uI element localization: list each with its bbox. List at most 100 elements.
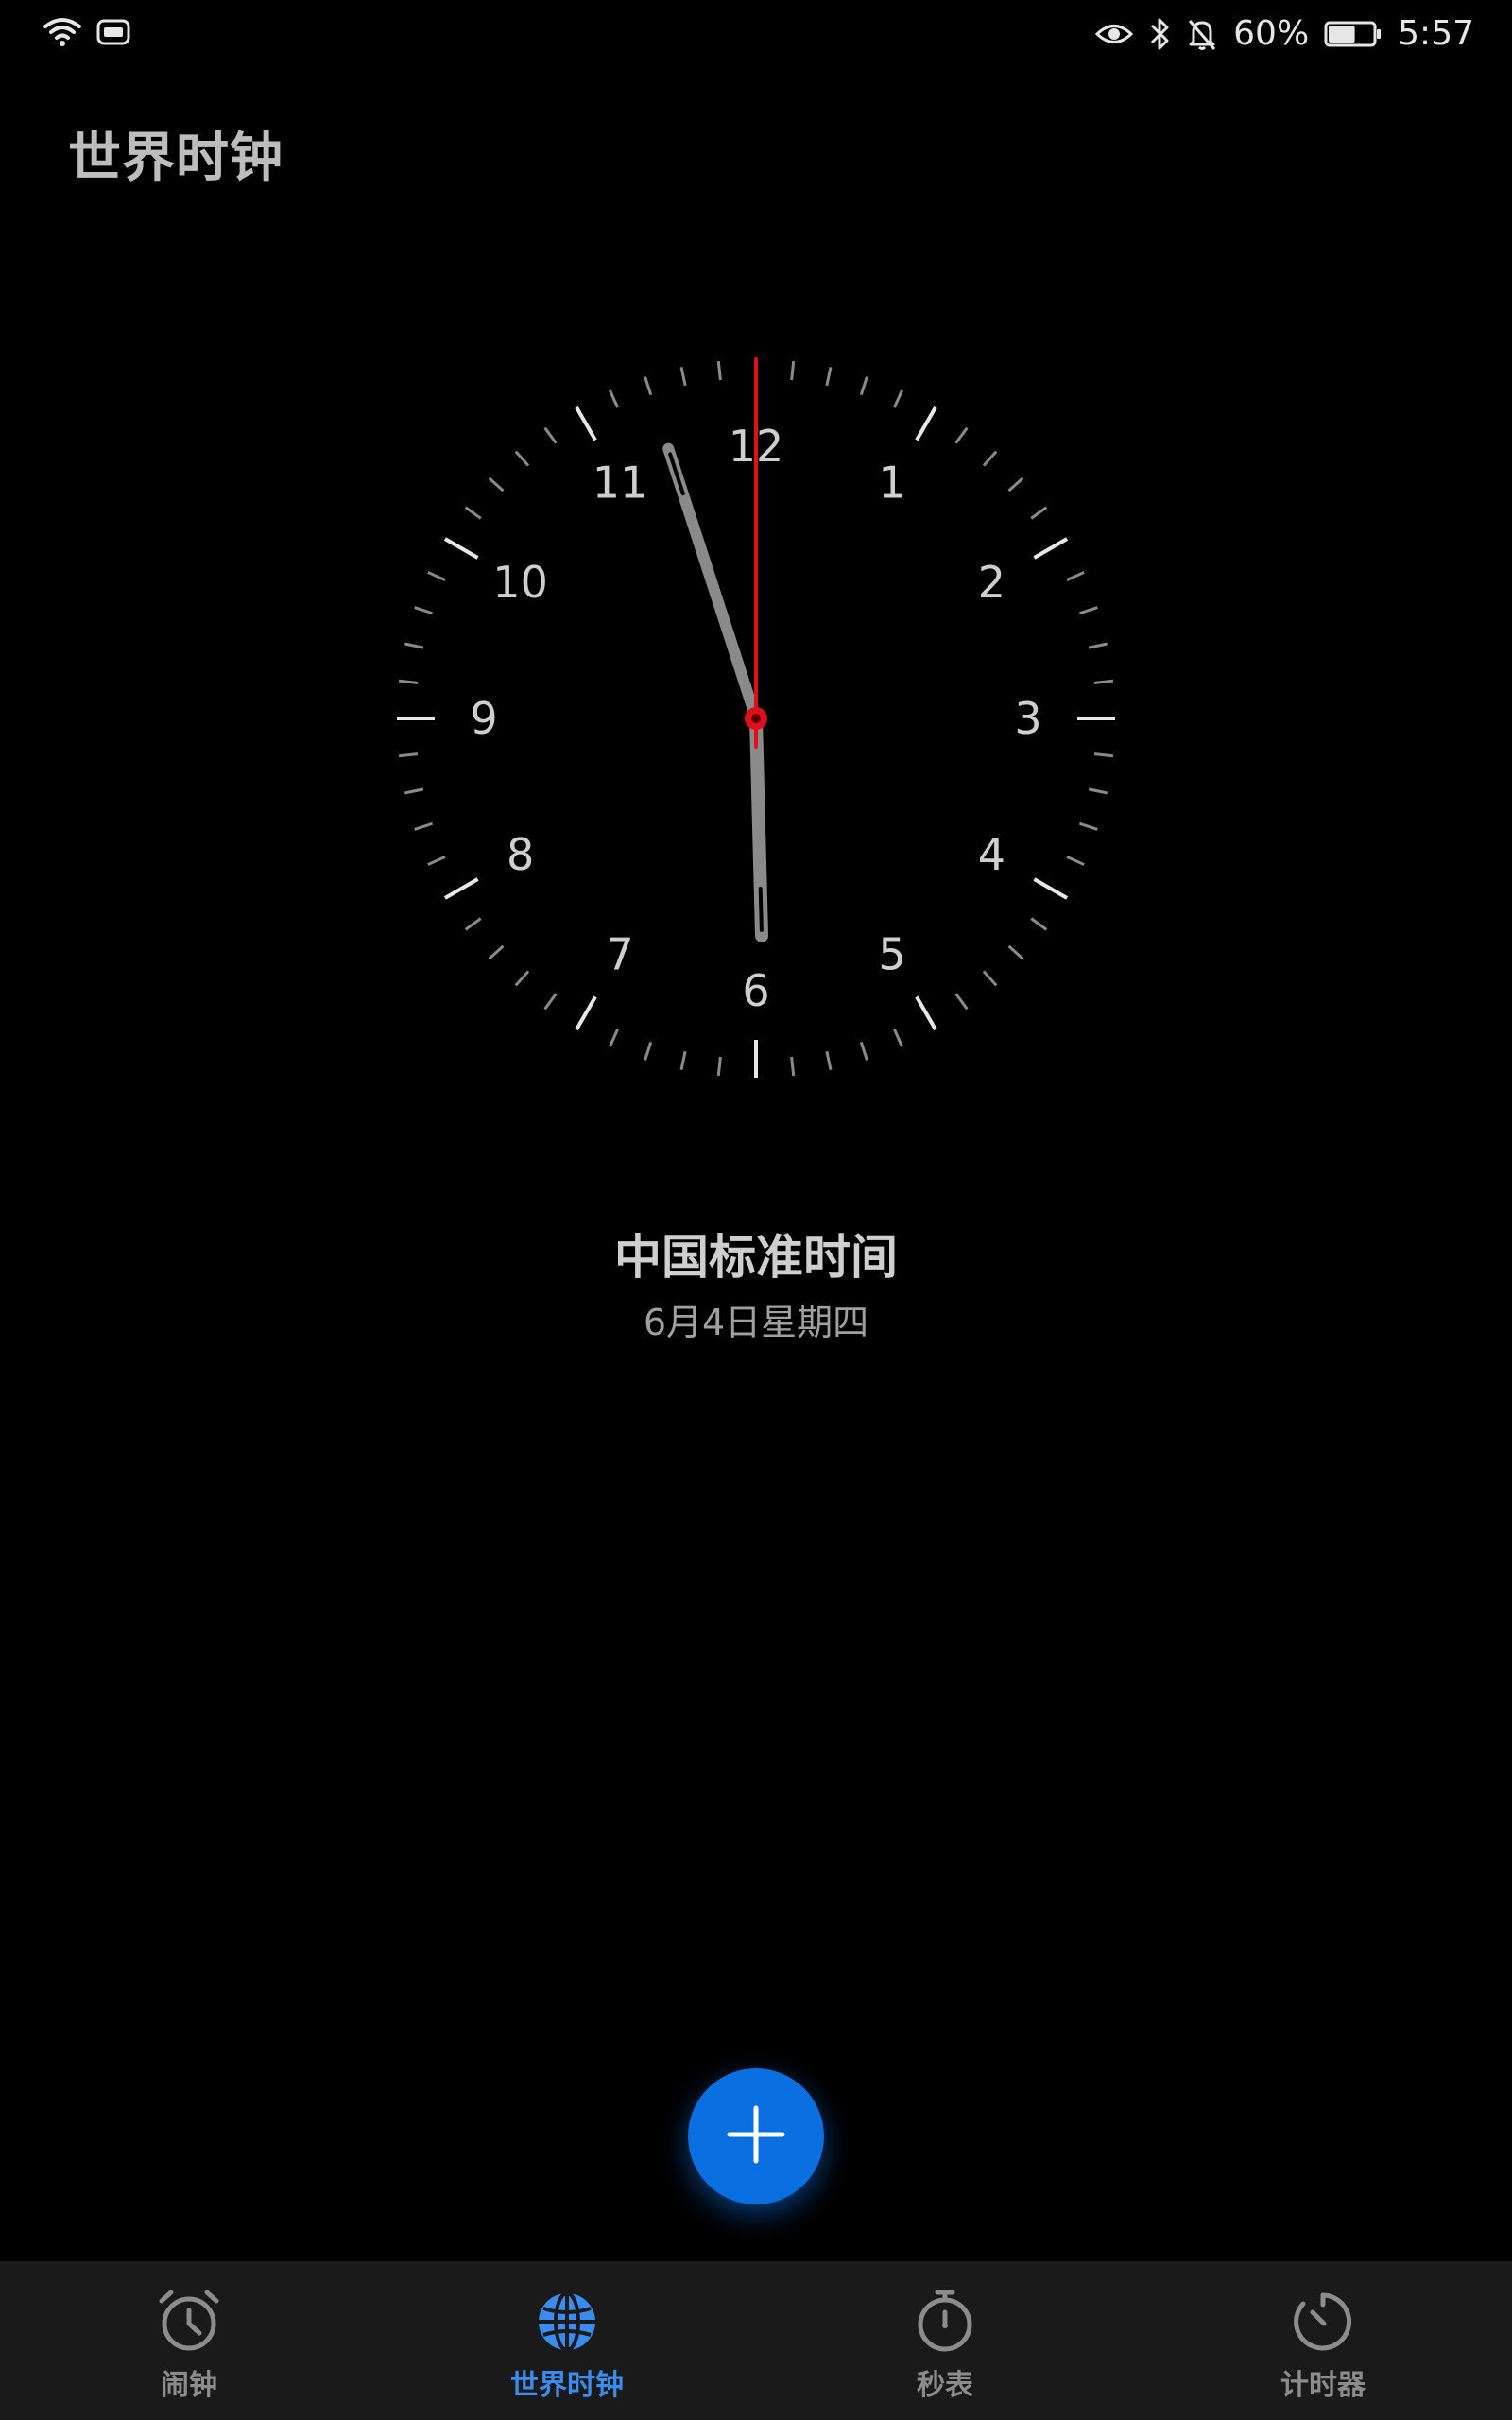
clock-tick bbox=[543, 426, 558, 444]
clock-tick bbox=[575, 995, 597, 1031]
hd-icon bbox=[96, 18, 130, 46]
city-date: 6月4日星期四 bbox=[643, 1302, 869, 1343]
clock-center-dot bbox=[751, 714, 761, 723]
clock-numeral: 4 bbox=[978, 829, 1005, 880]
clock-tick bbox=[954, 426, 969, 444]
clock-tick bbox=[514, 970, 530, 987]
eye-comfort-icon bbox=[1095, 20, 1134, 48]
clock-tick bbox=[644, 376, 653, 396]
mute-icon bbox=[1186, 17, 1218, 51]
clock-tick bbox=[644, 1041, 653, 1061]
clock-tick bbox=[464, 506, 482, 520]
clock-tick bbox=[427, 856, 446, 866]
clock-numeral: 11 bbox=[593, 458, 648, 509]
tab-timer[interactable]: 计时器 bbox=[1134, 2261, 1512, 2420]
tab-stopwatch[interactable]: 秒表 bbox=[756, 2261, 1134, 2420]
clock-tick bbox=[398, 752, 419, 758]
clock-tick bbox=[404, 642, 424, 649]
clock-numeral: 8 bbox=[507, 829, 534, 880]
clock-tick bbox=[1030, 506, 1048, 520]
tab-alarm-label: 闹钟 bbox=[161, 2369, 217, 2402]
clock-tick bbox=[893, 389, 903, 408]
tab-alarm[interactable]: 闹钟 bbox=[0, 2261, 378, 2420]
clock-tick bbox=[1007, 476, 1024, 493]
clock-tick bbox=[1030, 917, 1048, 931]
clock-tick bbox=[609, 389, 619, 408]
bluetooth-icon bbox=[1148, 17, 1171, 51]
clock-tick bbox=[575, 406, 597, 441]
clock-tick bbox=[443, 877, 479, 900]
clock-tick bbox=[859, 376, 868, 396]
clock-numeral: 7 bbox=[606, 928, 633, 979]
status-left-icons bbox=[42, 15, 130, 49]
clock-tick bbox=[1088, 787, 1108, 795]
clock-tick bbox=[609, 1028, 619, 1047]
clock-tick bbox=[1093, 679, 1114, 684]
tab-world-clock-label: 世界时钟 bbox=[510, 2369, 624, 2402]
clock-numeral: 9 bbox=[470, 693, 497, 744]
clock-tick bbox=[488, 944, 505, 960]
clock-tick bbox=[790, 1056, 796, 1077]
city-timezone-name[interactable]: 中国标准时间 bbox=[0, 1219, 1512, 1288]
clock-tick bbox=[679, 1050, 687, 1071]
clock-tick bbox=[679, 366, 687, 387]
clock-tick bbox=[1088, 642, 1108, 649]
tab-timer-label: 计时器 bbox=[1280, 2369, 1366, 2402]
clock-tick bbox=[825, 1050, 833, 1071]
clock-tick bbox=[982, 450, 998, 467]
clock-tick bbox=[893, 1028, 903, 1047]
clock-tick bbox=[1007, 944, 1024, 960]
clock-tick bbox=[982, 970, 998, 987]
clock-tick bbox=[414, 606, 434, 615]
clock-numeral: 5 bbox=[878, 928, 905, 979]
clock-tick bbox=[915, 995, 937, 1031]
clock-face: 121234567891011 bbox=[397, 357, 1115, 1078]
clock-tick bbox=[488, 476, 505, 493]
plus-icon bbox=[726, 2104, 786, 2169]
clock-tick bbox=[1033, 877, 1069, 900]
clock-tick bbox=[954, 993, 969, 1011]
clock-tick bbox=[1066, 856, 1085, 866]
alarm-clock-icon bbox=[156, 2288, 222, 2354]
clock-tick bbox=[427, 571, 446, 581]
hour-hand-highlight bbox=[758, 886, 764, 932]
clock-tick bbox=[514, 450, 530, 467]
clock-tick bbox=[1066, 571, 1085, 581]
clock-tick bbox=[716, 360, 722, 381]
clock-tick bbox=[825, 366, 833, 387]
clock-tick bbox=[398, 679, 419, 684]
tab-world-clock[interactable]: 世界时钟 bbox=[378, 2261, 756, 2420]
status-time: 5:57 bbox=[1398, 14, 1474, 53]
timer-icon bbox=[1290, 2288, 1356, 2354]
clock-tick bbox=[1093, 752, 1114, 758]
analog-clock: 12 1 2 3 4 5 6 7 8 9 10 11 bbox=[378, 340, 1134, 1097]
battery-icon bbox=[1324, 20, 1383, 48]
clock-tick bbox=[414, 821, 434, 831]
clock-tick bbox=[443, 537, 479, 560]
clock-tick bbox=[404, 787, 424, 795]
status-bar: 60% 5:57 bbox=[0, 0, 1512, 68]
battery-percent: 60% bbox=[1233, 14, 1310, 53]
clock-tick bbox=[543, 993, 558, 1011]
clock-tick bbox=[1078, 606, 1098, 615]
clock-numeral: 10 bbox=[492, 557, 548, 608]
clock-tick bbox=[1078, 821, 1098, 831]
clock-tick bbox=[1033, 537, 1069, 560]
wifi-icon bbox=[42, 15, 83, 49]
clock-tick bbox=[716, 1056, 722, 1077]
clock-numeral: 6 bbox=[742, 965, 769, 1016]
clock-numeral: 1 bbox=[878, 458, 905, 509]
clock-tick bbox=[790, 360, 796, 381]
add-city-button[interactable] bbox=[688, 2068, 824, 2204]
clock-numeral: 2 bbox=[978, 557, 1005, 608]
clock-tick bbox=[915, 406, 937, 441]
clock-tick bbox=[464, 917, 482, 931]
clock-numeral: 3 bbox=[1014, 693, 1041, 744]
tab-stopwatch-label: 秒表 bbox=[917, 2369, 973, 2402]
globe-icon bbox=[534, 2288, 600, 2354]
bottom-tab-bar: 闹钟 世界时钟 秒表 计时器 bbox=[0, 2261, 1512, 2420]
stopwatch-icon bbox=[912, 2288, 978, 2354]
status-right-icons: 60% 5:57 bbox=[1095, 9, 1474, 59]
clock-tick bbox=[859, 1041, 868, 1061]
page-title: 世界时钟 bbox=[68, 128, 284, 189]
